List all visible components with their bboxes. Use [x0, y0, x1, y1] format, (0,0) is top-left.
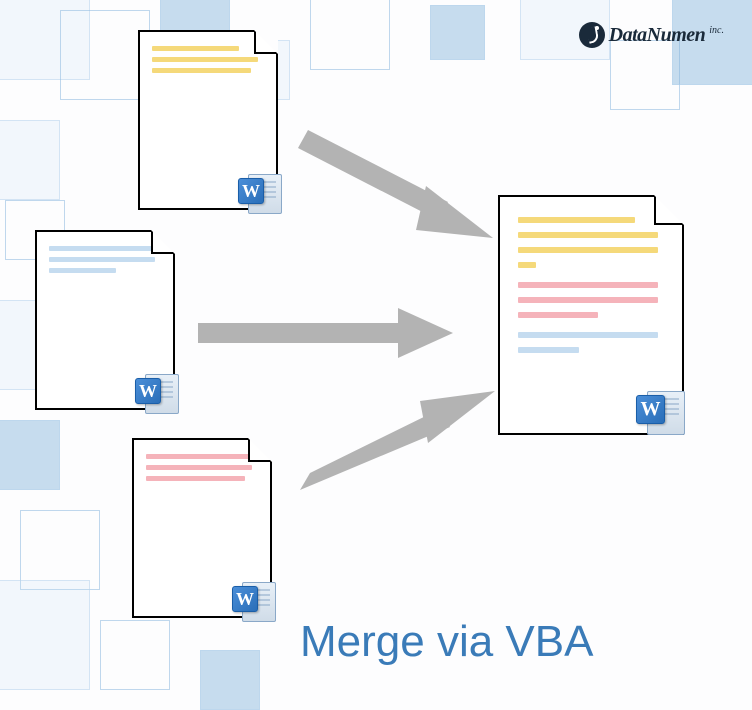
page-fold-icon — [654, 195, 684, 225]
brand-suffix-text: inc. — [709, 25, 724, 36]
arrow-icon — [300, 385, 500, 525]
page-fold-icon — [254, 30, 278, 54]
word-icon: W — [236, 170, 284, 218]
brand-name-text: DataNumen — [609, 24, 706, 47]
source-doc-blue: W — [35, 230, 175, 410]
source-doc-pink: W — [132, 438, 272, 618]
caption-text: Merge via VBA — [300, 617, 593, 667]
arrow-icon — [298, 110, 498, 250]
arrow-icon — [198, 303, 458, 363]
target-doc-merged: W — [498, 195, 684, 435]
brand-logo-mark — [579, 22, 605, 48]
page-fold-icon — [151, 230, 175, 254]
page-fold-icon — [248, 438, 272, 462]
word-icon: W — [634, 387, 686, 439]
word-icon: W — [230, 578, 278, 626]
source-doc-yellow: W — [138, 30, 278, 210]
brand-logo: DataNumen inc. — [579, 22, 724, 48]
word-icon: W — [133, 370, 181, 418]
